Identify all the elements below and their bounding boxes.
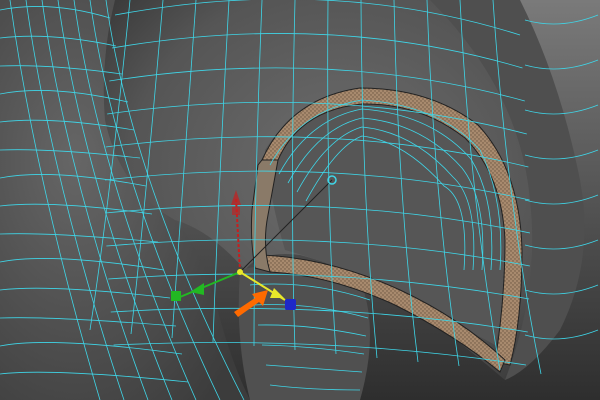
manip-cube-green[interactable] (171, 291, 181, 301)
manip-cube-x[interactable] (232, 207, 240, 215)
viewport-canvas[interactable] (0, 0, 600, 400)
manip-cube-z[interactable] (285, 299, 296, 310)
3d-viewport[interactable] (0, 0, 600, 400)
manip-center[interactable] (237, 269, 243, 275)
